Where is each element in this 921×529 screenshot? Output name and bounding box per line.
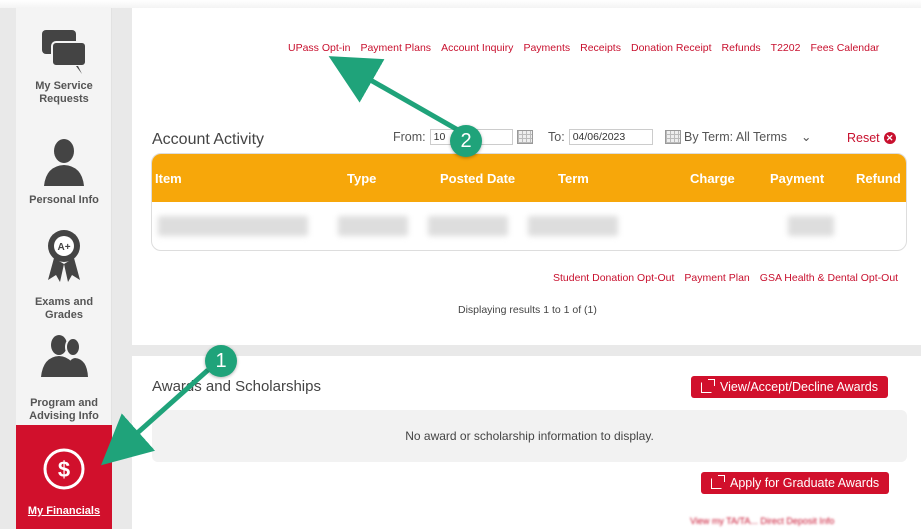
link-t2202[interactable]: T2202	[771, 42, 801, 54]
dollar-icon: $	[43, 448, 85, 490]
people-icon	[41, 335, 88, 377]
col-posted-date[interactable]: Posted Date	[440, 171, 515, 186]
sidebar-item-label: Personal Info	[29, 194, 99, 206]
link-payment-plans[interactable]: Payment Plans	[360, 42, 431, 54]
link-gsa-health-dental[interactable]: GSA Health & Dental Opt-Out	[760, 272, 898, 284]
apply-graduate-awards-button[interactable]: Apply for Graduate Awards	[701, 472, 890, 494]
reset-label: Reset	[847, 131, 880, 145]
direct-deposit-link[interactable]: View my TA/TA... Direct Deposit Info	[690, 516, 834, 526]
link-payments[interactable]: Payments	[523, 42, 570, 54]
external-link-icon	[711, 474, 725, 489]
chevron-down-icon: ⌄	[801, 130, 812, 144]
sub-links: Student Donation Opt-Out Payment Plan GS…	[553, 272, 898, 284]
sidebar-item-my-financials[interactable]: $ My Financials	[16, 425, 112, 529]
blurred-cell	[338, 216, 408, 236]
link-upass-opt-in[interactable]: UPass Opt-in	[288, 42, 350, 54]
account-activity-table: Item Type Posted Date Term Charge Paymen…	[151, 153, 907, 251]
external-link-icon	[701, 378, 715, 393]
callout-badge-two: 2	[450, 125, 482, 157]
to-label: To:	[548, 130, 565, 144]
sidebar-item-label: Exams and Grades	[34, 296, 94, 321]
torn-edge	[0, 0, 921, 8]
sidebar-item-personal-info[interactable]: Personal Info	[16, 136, 112, 207]
col-type[interactable]: Type	[347, 171, 376, 186]
to-date-input[interactable]: 04/06/2023	[568, 129, 653, 145]
results-count: Displaying results 1 to 1 of (1)	[458, 304, 597, 316]
callout-badge-one: 1	[205, 345, 237, 377]
to-filter: To: 04/06/2023	[548, 129, 681, 145]
person-icon	[44, 139, 84, 186]
link-refunds[interactable]: Refunds	[722, 42, 761, 54]
col-payment[interactable]: Payment	[770, 171, 824, 186]
sidebar-item-service-requests[interactable]: My Service Requests	[16, 28, 112, 106]
table-header: Item Type Posted Date Term Charge Paymen…	[152, 154, 906, 202]
account-activity-title: Account Activity	[152, 131, 265, 148]
term-select[interactable]: By Term: All Terms ⌄	[684, 129, 812, 145]
sidebar: My Service Requests Personal Info A+ Exa…	[16, 8, 112, 529]
close-icon: ✕	[883, 132, 896, 144]
link-student-donation-opt-out[interactable]: Student Donation Opt-Out	[553, 272, 674, 284]
apply-awards-label: Apply for Graduate Awards	[730, 476, 880, 490]
from-label: From:	[393, 130, 426, 144]
col-term[interactable]: Term	[558, 171, 589, 186]
sidebar-item-label: My Financials	[27, 505, 101, 517]
chat-bubbles-icon	[42, 30, 87, 74]
blurred-cell	[528, 216, 618, 236]
svg-text:$: $	[58, 457, 70, 482]
link-donation-receipt[interactable]: Donation Receipt	[631, 42, 712, 54]
view-awards-label: View/Accept/Decline Awards	[720, 380, 878, 394]
link-payment-plan[interactable]: Payment Plan	[684, 272, 749, 284]
blurred-cell	[428, 216, 508, 236]
sidebar-item-program-advising[interactable]: Program and Advising Info	[16, 333, 112, 423]
top-links-nav: UPass Opt-in Payment Plans Account Inqui…	[288, 42, 879, 54]
view-awards-button[interactable]: View/Accept/Decline Awards	[691, 376, 888, 398]
calendar-icon[interactable]	[664, 130, 681, 144]
blurred-cell	[158, 216, 308, 236]
link-fees-calendar[interactable]: Fees Calendar	[810, 42, 879, 54]
link-account-inquiry[interactable]: Account Inquiry	[441, 42, 513, 54]
sidebar-item-label: Program and Advising Info	[29, 397, 99, 422]
award-ribbon-icon: A+	[48, 230, 80, 282]
sidebar-item-exams-grades[interactable]: A+ Exams and Grades	[16, 228, 112, 322]
sidebar-item-label: My Service Requests	[35, 80, 93, 105]
link-receipts[interactable]: Receipts	[580, 42, 621, 54]
reset-button[interactable]: Reset ✕	[847, 131, 896, 145]
term-label: By Term: All Terms	[684, 129, 788, 144]
calendar-icon[interactable]	[516, 130, 533, 144]
svg-text:A+: A+	[57, 242, 70, 253]
col-item[interactable]: Item	[155, 171, 182, 186]
awards-empty-message: No award or scholarship information to d…	[152, 410, 907, 462]
awards-title: Awards and Scholarships	[152, 378, 321, 395]
col-charge[interactable]: Charge	[690, 171, 735, 186]
col-refund[interactable]: Refund	[856, 171, 901, 186]
blurred-cell	[788, 216, 834, 236]
